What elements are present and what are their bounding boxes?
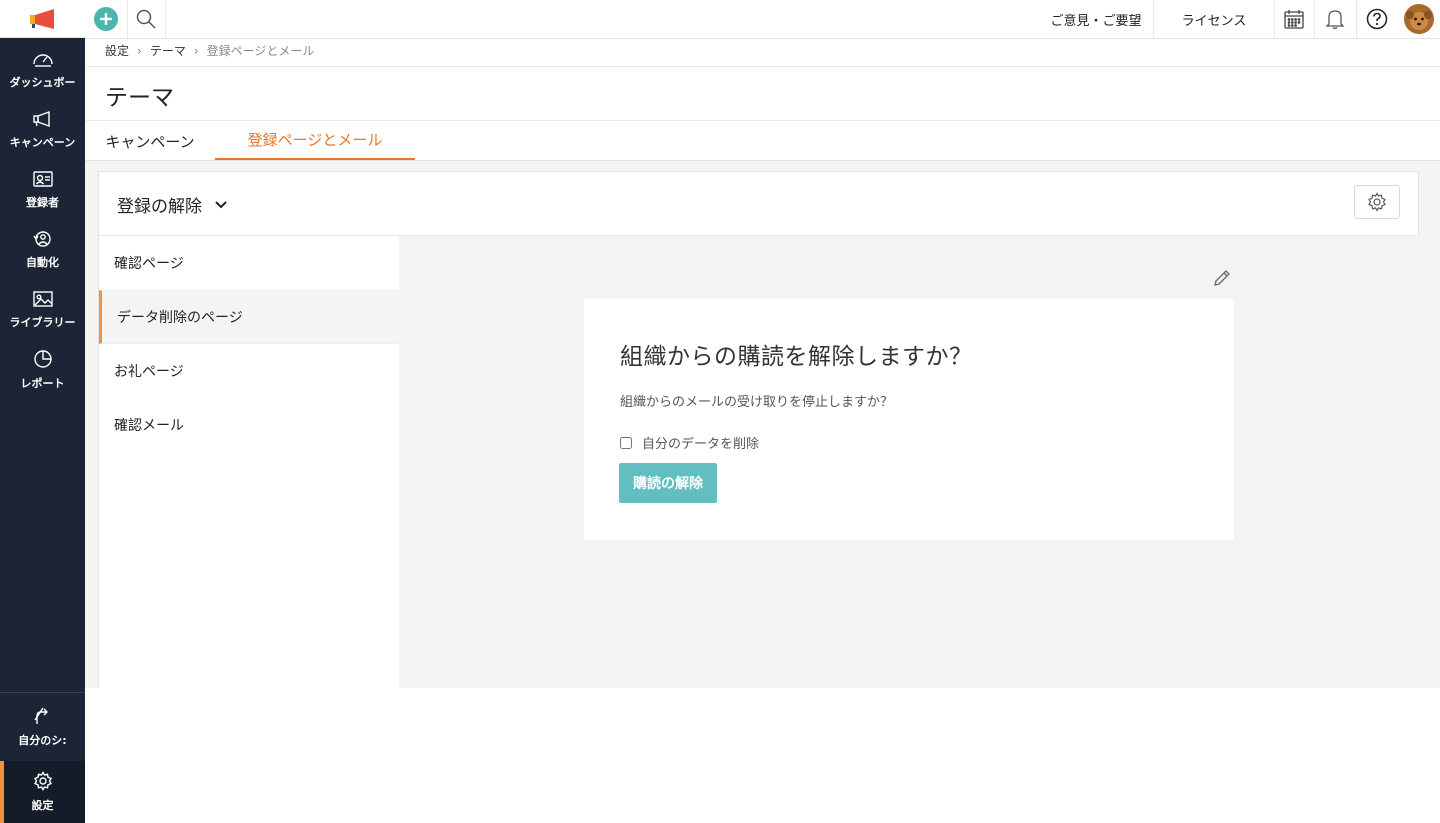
top-bar: ご意見・ご要望 ライセンス xyxy=(85,0,1440,39)
divider xyxy=(85,66,1440,67)
contact-card-icon xyxy=(32,171,53,187)
sidebar-item-reports[interactable]: レポート xyxy=(0,340,85,400)
search-button[interactable] xyxy=(127,0,165,38)
preview-subtitle: 組織からのメールの受け取りを停止しますか？ xyxy=(620,395,894,410)
sidebar-item-label: ダッシュボー xyxy=(9,76,76,89)
sidebar-item-label: 自分のシ: xyxy=(18,734,67,747)
unsubscribe-button[interactable]: 購読の解除 xyxy=(619,463,717,503)
delete-data-checkbox[interactable] xyxy=(620,436,632,449)
gear-icon xyxy=(33,771,52,791)
sidebar-item-label: 設定 xyxy=(31,799,54,812)
feedback-link[interactable]: ご意見・ご要望 xyxy=(1040,0,1152,38)
megaphone-logo-icon xyxy=(29,8,54,29)
help-icon xyxy=(1366,8,1388,30)
sidebar-item-label: ライブラリー xyxy=(9,316,76,329)
sidebar-item-campaigns[interactable]: キャンペーン xyxy=(0,100,85,160)
unsubscribe-preview-card: 組織からの購読を解除しますか？ 組織からのメールの受け取りを停止しますか？ 自分… xyxy=(584,299,1234,540)
breadcrumb-separator: › xyxy=(193,43,199,58)
card-header: 登録の解除 xyxy=(99,172,1418,236)
page-type-dropdown[interactable]: 登録の解除 xyxy=(117,192,228,217)
pie-chart-icon xyxy=(33,350,52,368)
list-item-confirmation-page[interactable]: 確認ページ xyxy=(99,236,399,290)
breadcrumb-theme[interactable]: テーマ xyxy=(150,42,186,59)
calendar-button[interactable] xyxy=(1274,0,1314,38)
list-item-thank-you-page[interactable]: お礼ページ xyxy=(99,344,399,398)
sidebar-item-label: キャンペーン xyxy=(9,136,76,149)
sidebar-item-dashboard[interactable]: ダッシュボー xyxy=(0,40,85,100)
sidebar-item-settings[interactable]: 設定 xyxy=(0,761,85,823)
breadcrumb-separator: › xyxy=(137,43,142,58)
dashboard-icon xyxy=(32,54,53,67)
user-avatar[interactable] xyxy=(1398,0,1440,38)
signup-share-icon xyxy=(33,707,48,724)
settings-button[interactable] xyxy=(1354,185,1400,219)
sidebar-item-library[interactable]: ライブラリー xyxy=(0,280,85,340)
chevron-down-icon xyxy=(215,200,227,208)
page-preview: 組織からの購読を解除しますか？ 組織からのメールの受け取りを停止しますか？ 自分… xyxy=(399,236,1419,688)
avatar xyxy=(1404,4,1434,34)
breadcrumb-current: 登録ページとメール xyxy=(206,44,315,58)
sidebar: ダッシュボー キャンペーン 登録者 自動化 ライブラリー レポート 自分のシ: … xyxy=(0,0,85,823)
sidebar-item-automation[interactable]: 自動化 xyxy=(0,220,85,280)
sidebar-item-label: 登録者 xyxy=(26,196,59,209)
sidebar-item-signup-share[interactable]: 自分のシ: xyxy=(0,697,85,757)
edit-button[interactable] xyxy=(1212,268,1232,292)
bell-icon xyxy=(1325,10,1345,30)
topbar-separator xyxy=(165,0,166,38)
preview-title: 組織からの購読を解除しますか？ xyxy=(620,344,973,370)
sidebar-item-contacts[interactable]: 登録者 xyxy=(0,160,85,220)
notifications-button[interactable] xyxy=(1314,0,1356,38)
theme-editor-card: 登録の解除 確認ページ データ削除のページ お礼ページ 確認メール 組織からの購… xyxy=(98,171,1419,688)
list-item-data-deletion-page[interactable]: データ削除のページ xyxy=(99,290,399,344)
search-icon xyxy=(136,9,156,29)
add-button[interactable] xyxy=(85,0,127,38)
tab-campaigns[interactable]: キャンペーン xyxy=(85,121,215,161)
image-library-icon xyxy=(32,291,53,307)
sidebar-item-label: 自動化 xyxy=(26,256,59,269)
pencil-icon xyxy=(1214,270,1230,286)
license-link[interactable]: ライセンス xyxy=(1154,0,1274,38)
page-list: 確認ページ データ削除のページ お礼ページ 確認メール xyxy=(99,236,399,688)
delete-data-checkbox-row[interactable]: 自分のデータを削除 xyxy=(620,433,759,452)
breadcrumb: 設定 › テーマ › 登録ページとメール xyxy=(105,42,314,59)
help-button[interactable] xyxy=(1356,0,1398,38)
megaphone-icon xyxy=(32,111,50,127)
automation-icon xyxy=(32,231,51,247)
sidebar-item-label: レポート xyxy=(20,377,65,390)
dropdown-label: 登録の解除 xyxy=(117,197,202,217)
page-title: テーマ xyxy=(105,85,174,111)
plus-circle-icon xyxy=(94,7,118,31)
tab-signup-pages-and-email[interactable]: 登録ページとメール xyxy=(215,121,415,161)
calendar-icon xyxy=(1284,10,1304,29)
gear-icon xyxy=(1368,192,1386,212)
breadcrumb-settings[interactable]: 設定 xyxy=(105,42,129,59)
app-logo[interactable] xyxy=(0,0,85,38)
checkbox-label: 自分のデータを削除 xyxy=(642,437,760,452)
list-item-confirmation-email[interactable]: 確認メール xyxy=(99,398,399,452)
sidebar-divider xyxy=(0,692,85,693)
